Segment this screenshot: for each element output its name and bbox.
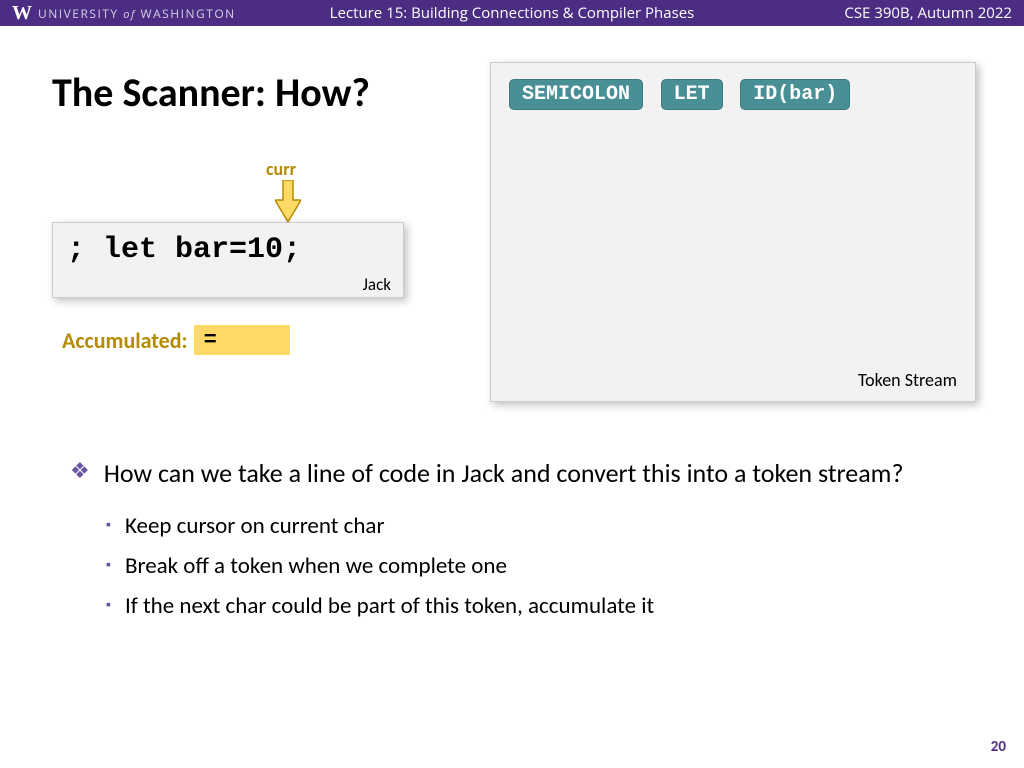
sub-bullet: ▪ If the next char could be part of this… [106,590,950,622]
token-stream-label: Token Stream [858,369,957,391]
uw-logo: W [12,2,32,25]
curr-label: curr [266,158,296,180]
accumulated-label: Accumulated: [62,327,188,354]
uw-washington: WASHINGTON [141,5,236,22]
main-bullet-text: How can we take a line of code in Jack a… [104,454,904,492]
code-text: ; let bar=10; [67,233,389,267]
sub-bullet: ▪ Keep cursor on current char [106,510,950,542]
diamond-bullet-icon: ❖ [70,454,90,492]
course-code: CSE 390B, Autumn 2022 [844,3,1012,23]
sub-bullet-text: Break off a token when we complete one [125,550,507,582]
token-chip: LET [661,79,723,110]
square-bullet-icon: ▪ [106,590,111,622]
accumulated-value: = [204,328,217,353]
sub-bullet-text: Keep cursor on current char [125,510,385,542]
slide-title: The Scanner: How? [52,68,370,117]
sub-bullet-text: If the next char could be part of this t… [125,590,654,622]
lecture-title: Lecture 15: Building Connections & Compi… [330,3,695,23]
accumulated-row: Accumulated: = [62,325,290,355]
square-bullet-icon: ▪ [106,510,111,542]
token-chip: SEMICOLON [509,79,643,110]
token-chip: ID(bar) [740,79,850,110]
curr-arrow-icon [275,180,301,222]
sub-bullet: ▪ Break off a token when we complete one [106,550,950,582]
uw-university: UNIVERSITY [38,5,119,22]
square-bullet-icon: ▪ [106,550,111,582]
sub-bullet-list: ▪ Keep cursor on current char ▪ Break of… [106,510,950,622]
body-text: ❖ How can we take a line of code in Jack… [70,454,950,630]
uw-text: UNIVERSITY of WASHINGTON [38,5,236,22]
code-lang-label: Jack [363,274,391,295]
uw-of: of [123,7,136,22]
token-stream-panel: SEMICOLON LET ID(bar) Token Stream [490,62,976,402]
main-bullet: ❖ How can we take a line of code in Jack… [70,454,950,492]
header-bar: W UNIVERSITY of WASHINGTON Lecture 15: B… [0,0,1024,26]
code-box: ; let bar=10; Jack [52,222,404,298]
accumulated-box: = [194,325,290,355]
page-number: 20 [991,738,1006,756]
